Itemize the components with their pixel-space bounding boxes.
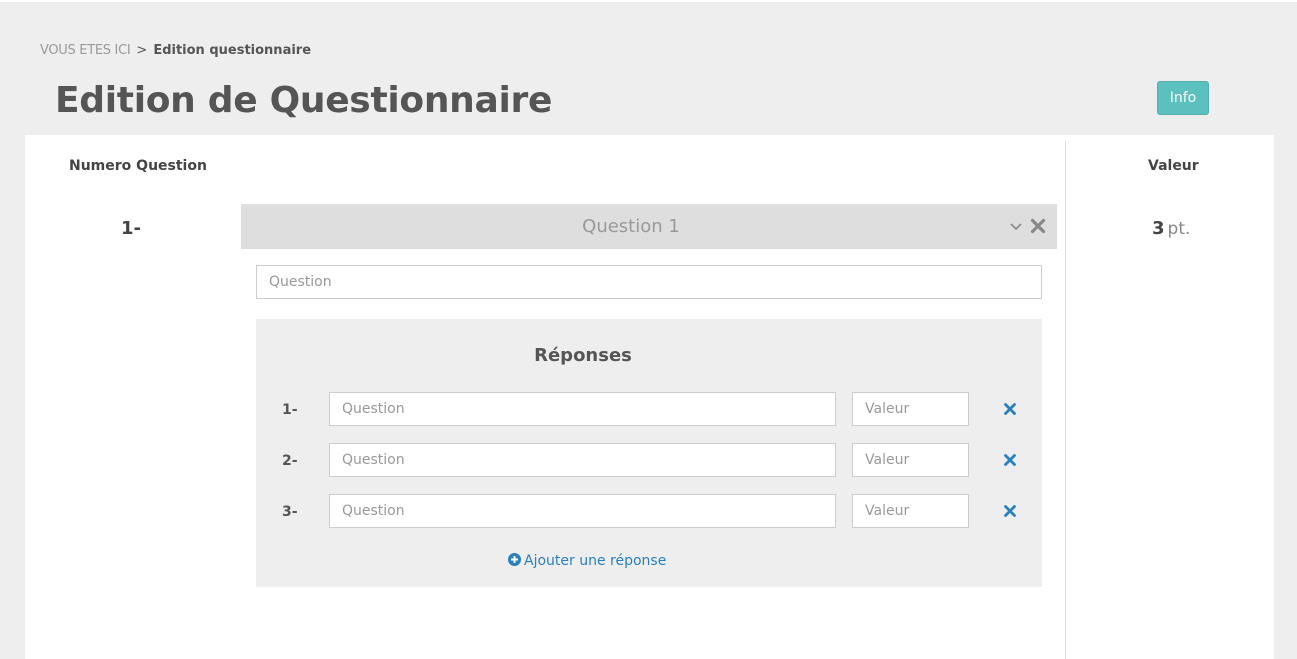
question-value: 3 pt. (1152, 218, 1190, 240)
plus-circle-icon (508, 553, 521, 566)
answer-value-input[interactable] (852, 392, 969, 426)
question-value-number: 3 (1152, 218, 1165, 239)
answer-text-input[interactable] (329, 392, 836, 426)
breadcrumb-current: Edition questionnaire (153, 43, 312, 58)
question-input[interactable] (256, 265, 1042, 299)
add-answer-label: Ajouter une réponse (524, 553, 667, 569)
answer-text-input[interactable] (329, 443, 836, 477)
top-border (0, 0, 1297, 2)
answers-title: Réponses (534, 345, 632, 366)
page-title: Edition de Questionnaire (55, 80, 553, 121)
close-icon[interactable] (1002, 401, 1018, 417)
value-column-header: Valeur (1148, 158, 1199, 174)
breadcrumb-root[interactable]: VOUS ETES ICI (40, 43, 131, 58)
answer-number: 2- (282, 453, 298, 469)
question-title: Question 1 (582, 216, 680, 237)
close-icon[interactable] (1002, 503, 1018, 519)
question-number: 1- (121, 218, 141, 239)
column-divider (1065, 141, 1066, 659)
answer-number: 1- (282, 402, 298, 418)
close-icon[interactable] (1002, 452, 1018, 468)
question-header[interactable]: Question 1 (241, 204, 1057, 249)
answer-text-input[interactable] (329, 494, 836, 528)
breadcrumb-separator: > (136, 43, 148, 58)
answer-number: 3- (282, 504, 298, 520)
answer-value-input[interactable] (852, 443, 969, 477)
answer-value-input[interactable] (852, 494, 969, 528)
add-answer-button[interactable]: Ajouter une réponse (508, 552, 666, 570)
close-icon[interactable] (1029, 217, 1047, 235)
info-button[interactable]: Info (1157, 81, 1209, 115)
question-value-unit: pt. (1167, 219, 1191, 239)
number-column-header: Numero Question (69, 158, 207, 174)
breadcrumb: VOUS ETES ICI > Edition questionnaire (40, 42, 311, 60)
chevron-down-icon[interactable] (1007, 216, 1025, 236)
